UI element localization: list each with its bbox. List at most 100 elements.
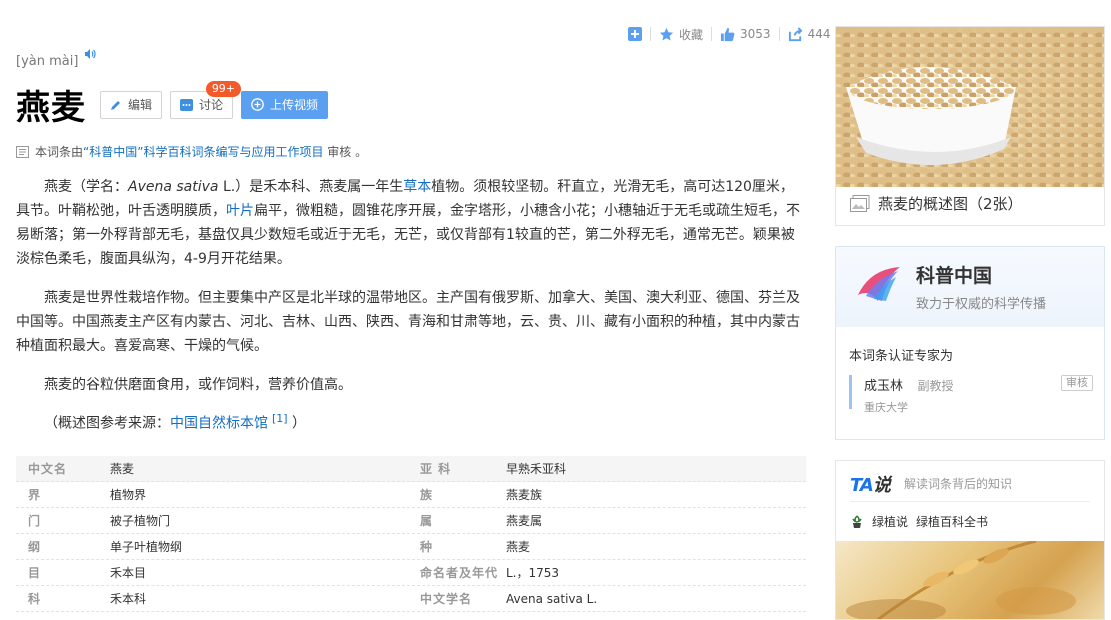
info-key: 纲 bbox=[28, 540, 42, 554]
info-value-link[interactable]: 燕麦族 bbox=[506, 486, 806, 503]
oat-grain-illustration bbox=[846, 541, 1076, 619]
info-key: 中文学名 bbox=[420, 592, 473, 606]
share-icon bbox=[788, 26, 803, 41]
kepu-china-card: 科普中国 致力于权威的科学传播 本词条认证专家为 成玉林 副教授 重庆大学 审核 bbox=[835, 246, 1105, 440]
plus-circle-icon bbox=[251, 98, 264, 111]
info-value: L.，1753 bbox=[506, 566, 560, 580]
expert-name: 成玉林 bbox=[864, 379, 904, 394]
title-row: 燕麦 编辑 讨论 99+ 上传视频 bbox=[16, 80, 336, 129]
text-span: ） bbox=[287, 415, 307, 432]
potted-plant-icon bbox=[852, 514, 862, 528]
info-key: 中文名 bbox=[28, 462, 68, 476]
source-link[interactable]: 中国自然标本馆 bbox=[170, 416, 268, 432]
image-source-line: （概述图参考来源：中国自然标本馆 [1] ） bbox=[44, 412, 306, 433]
favorite-label: 收藏 bbox=[679, 27, 704, 42]
leaf-link[interactable]: 叶片 bbox=[226, 203, 254, 219]
kepu-logo-icon bbox=[858, 267, 900, 301]
summary-album[interactable]: 燕麦的概述图（2张） bbox=[835, 26, 1105, 226]
image-gallery-icon bbox=[850, 194, 870, 212]
speaker-icon[interactable] bbox=[84, 48, 97, 60]
edit-button[interactable]: 编辑 bbox=[100, 90, 163, 119]
ta-logo-part: TA bbox=[850, 475, 874, 496]
expert-item[interactable]: 成玉林 副教授 重庆大学 审核 bbox=[849, 375, 1093, 414]
info-value: 植物界 bbox=[110, 488, 147, 502]
info-value: 燕麦 bbox=[110, 462, 135, 476]
info-key: 门 bbox=[28, 514, 42, 528]
info-key: 种 bbox=[420, 540, 434, 554]
oat-bowl-photo[interactable] bbox=[836, 27, 1104, 187]
share-button[interactable]: 444 bbox=[788, 26, 830, 42]
summary-paragraph-1: 燕麦（学名：Avena sativa L.）是禾本科、燕麦属一年生草本植物。须根… bbox=[16, 175, 806, 271]
summary-paragraph-3: 燕麦的谷粒供磨面食用，或作饲料，营养价值高。 bbox=[44, 377, 352, 393]
info-key: 属 bbox=[420, 514, 434, 528]
like-button[interactable]: 3053 bbox=[720, 27, 771, 42]
info-value-link[interactable]: 燕麦属 bbox=[506, 512, 806, 529]
album-caption-text: 燕麦的概述图（2张） bbox=[878, 195, 1023, 213]
review-prefix: 本词条由 bbox=[35, 145, 84, 159]
upload-video-label: 上传视频 bbox=[270, 98, 319, 112]
table-row: 科 禾本科 中文学名 Avena sativa L. bbox=[16, 586, 806, 612]
table-row: 界 植物界 族 燕麦族 bbox=[16, 482, 806, 508]
info-key: 科 bbox=[28, 592, 42, 606]
review-project-link[interactable]: “科普中国”科学百科词条编写与应用工作项目 bbox=[83, 145, 323, 159]
ta-shuo-logo: TA说 bbox=[850, 471, 891, 497]
favorite-button[interactable]: 收藏 bbox=[659, 26, 703, 43]
pencil-icon bbox=[111, 100, 120, 110]
divider bbox=[650, 27, 651, 41]
divider bbox=[778, 27, 780, 41]
latin-name: Avena sativa bbox=[128, 179, 219, 195]
text-span: 燕麦（学名： bbox=[44, 179, 128, 195]
info-value-link[interactable]: 禾本目 bbox=[110, 564, 412, 581]
oat-bowl-illustration bbox=[836, 27, 1104, 187]
info-key: 命名者及年代 bbox=[420, 566, 499, 580]
oat-grain-photo[interactable] bbox=[836, 541, 1104, 619]
expert-role-tag: 审核 bbox=[1061, 375, 1093, 391]
album-caption[interactable]: 燕麦的概述图（2张） bbox=[850, 193, 1023, 214]
kepu-brand: 科普中国 bbox=[916, 265, 993, 287]
herb-link[interactable]: 草本 bbox=[403, 179, 431, 195]
table-row: 门 被子植物门 属 燕麦属 bbox=[16, 508, 806, 534]
info-value-link[interactable]: 早熟禾亚科 bbox=[506, 460, 806, 477]
ta-author-title: 绿植百科全书 bbox=[916, 515, 989, 529]
expert-organization: 重庆大学 bbox=[864, 401, 908, 414]
table-row: 目 禾本目 命名者及年代 L.，1753 bbox=[16, 560, 806, 586]
thumbs-up-icon bbox=[720, 27, 735, 41]
expert-label: 本词条认证专家为 bbox=[849, 349, 954, 364]
upload-video-button[interactable]: 上传视频 bbox=[241, 90, 329, 119]
ta-shuo-description: 解读词条背后的知识 bbox=[904, 477, 1013, 491]
text-span: （概述图参考来源： bbox=[44, 415, 170, 432]
basic-info-table: 中文名 燕麦 亚 科 早熟禾亚科 界 植物界 族 燕麦族 门 被子植物门 属 燕… bbox=[16, 456, 806, 612]
info-key: 族 bbox=[420, 488, 434, 502]
ta-author-row[interactable]: 绿植说 绿植百科全书 bbox=[850, 513, 988, 530]
ta-author-name: 绿植说 bbox=[872, 515, 909, 529]
table-row: 中文名 燕麦 亚 科 早熟禾亚科 bbox=[16, 456, 806, 482]
kepu-slogan: 致力于权威的科学传播 bbox=[916, 297, 1047, 312]
summary-paragraph-2: 燕麦是世界性栽培作物。但主要集中产区是北半球的温带地区。主产国有俄罗斯、加拿大、… bbox=[16, 290, 800, 354]
document-icon bbox=[16, 145, 29, 158]
add-button[interactable] bbox=[628, 27, 642, 41]
divider bbox=[711, 27, 713, 41]
star-icon bbox=[659, 27, 674, 40]
kepu-header: 科普中国 致力于权威的科学传播 bbox=[836, 247, 1104, 327]
info-value: Avena sativa L. bbox=[506, 591, 598, 606]
ta-logo-part: 说 bbox=[872, 475, 891, 496]
pinyin-row: [yàn mài] bbox=[16, 49, 97, 69]
info-key: 界 bbox=[28, 488, 42, 502]
discuss-button[interactable]: 讨论 99+ bbox=[170, 80, 242, 119]
info-key: 亚 科 bbox=[420, 462, 452, 476]
table-row: 纲 单子叶植物纲 种 燕麦 bbox=[16, 534, 806, 560]
like-count: 3053 bbox=[740, 27, 771, 41]
plus-square-icon bbox=[628, 27, 642, 41]
discuss-label: 讨论 bbox=[199, 98, 224, 112]
edit-label: 编辑 bbox=[128, 98, 153, 112]
review-notice: 本词条由“科普中国”科学百科词条编写与应用工作项目 审核 。 bbox=[16, 143, 367, 160]
page-title: 燕麦 bbox=[16, 88, 86, 128]
discuss-count-badge: 99+ bbox=[205, 80, 242, 97]
info-value-link[interactable]: 单子叶植物纲 bbox=[110, 538, 412, 555]
entry-action-bar: 收藏 3053 444 bbox=[628, 24, 830, 44]
info-value-link[interactable]: 禾本科 bbox=[110, 590, 412, 607]
info-value: 燕麦 bbox=[506, 540, 531, 554]
info-value-link[interactable]: 被子植物门 bbox=[110, 512, 412, 529]
reference-link[interactable]: [1] bbox=[272, 412, 288, 425]
divider bbox=[850, 501, 1090, 502]
